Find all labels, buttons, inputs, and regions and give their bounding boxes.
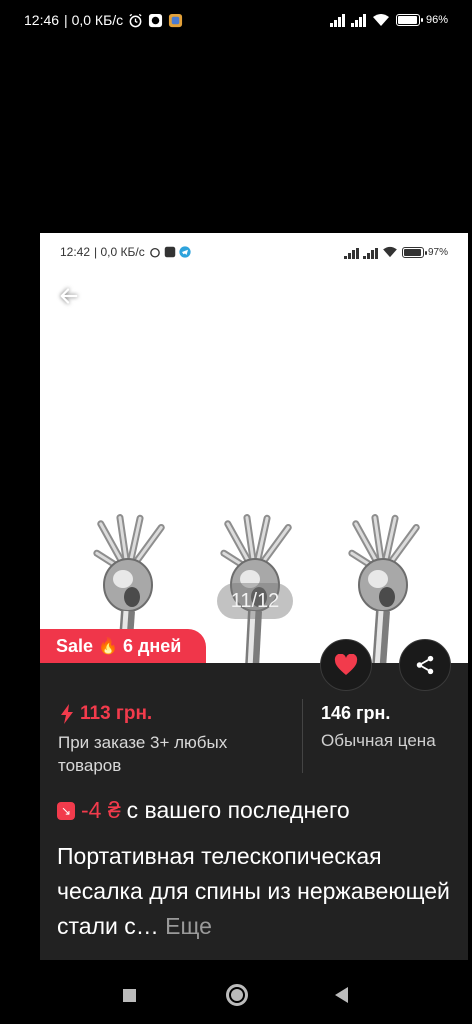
battery-icon <box>395 14 423 26</box>
share-icon <box>416 655 434 675</box>
inner-battery-percent: 97% <box>428 247 448 258</box>
home-button[interactable] <box>226 984 248 1006</box>
heart-icon <box>334 654 358 675</box>
wifi-icon <box>372 14 389 26</box>
price-divider <box>302 699 303 773</box>
lightning-icon <box>61 704 73 724</box>
regular-price: 146 грн. <box>321 703 391 723</box>
inner-status-net-speed: | 0,0 КБ/с <box>94 245 145 259</box>
battery-percent-suffix: % <box>438 14 448 26</box>
product-title-text: Портативная телескопическая чесалка для … <box>57 843 450 939</box>
image-counter: 11/12 <box>217 583 293 619</box>
back-arrow-icon[interactable] <box>58 285 82 309</box>
discount-text: с вашего последнего <box>126 797 350 823</box>
promo-price-value: 113 грн. <box>80 703 153 724</box>
status-time: 12:46 <box>24 12 60 28</box>
app-notification-icon <box>149 13 163 27</box>
signal-icon <box>329 13 345 27</box>
inner-battery-percent-suffix: % <box>439 246 448 258</box>
battery-level <box>397 16 418 24</box>
inner-battery-percent-value: 97 <box>427 246 440 258</box>
inner-signal-icon-2 <box>362 246 378 259</box>
product-title[interactable]: Портативная телескопическая чесалка для … <box>57 839 457 944</box>
inner-status-time: 12:42 <box>60 245 91 259</box>
recents-button[interactable] <box>123 989 136 1002</box>
regular-price-label: Обычная цена <box>321 731 436 750</box>
promo-condition: При заказе 3+ любых товаров <box>58 733 228 775</box>
alarm-icon <box>129 13 142 27</box>
product-screenshot: 12:42 | 0,0 КБ/с 97% 11/12 Sale 🔥 6 дней… <box>40 233 468 960</box>
inner-alarm-icon <box>149 247 160 258</box>
discount-icon: ↘ <box>57 801 75 820</box>
telegram-icon <box>179 246 191 258</box>
sale-days: 6 дней <box>122 635 182 656</box>
favorite-button[interactable] <box>320 639 372 691</box>
sale-badge: Sale 🔥 6 дней <box>40 629 206 663</box>
discount-value: -4 ₴ <box>81 797 121 823</box>
promo-price: 113 грн. <box>60 703 152 725</box>
inner-status-bar: 12:42 | 0,0 КБ/с 97% <box>40 233 468 271</box>
inner-battery-icon <box>401 246 427 258</box>
flame-icon: 🔥 <box>98 638 118 655</box>
signal-icon-2 <box>350 13 366 27</box>
more-link[interactable]: Еще <box>165 913 212 939</box>
inner-battery-level <box>403 248 422 256</box>
back-button[interactable] <box>335 987 348 1003</box>
status-net-speed: | 0,0 КБ/с <box>64 12 124 28</box>
battery-percent-value: 96 <box>425 14 439 26</box>
inner-signal-icon <box>343 246 359 259</box>
game-notification-icon <box>169 13 183 27</box>
discount-row: ↘ -4 ₴ с вашего последнего <box>57 797 350 824</box>
inner-wifi-icon <box>383 246 397 258</box>
system-nav-bar <box>0 966 472 1024</box>
battery-percent: 96% <box>426 14 448 26</box>
share-button[interactable] <box>399 639 451 691</box>
status-bar: 12:46 | 0,0 КБ/с 96% <box>0 0 472 40</box>
inner-app-icon <box>164 246 175 258</box>
product-info-panel: 113 грн. При заказе 3+ любых товаров 146… <box>40 663 468 960</box>
sale-label: Sale <box>56 635 94 656</box>
